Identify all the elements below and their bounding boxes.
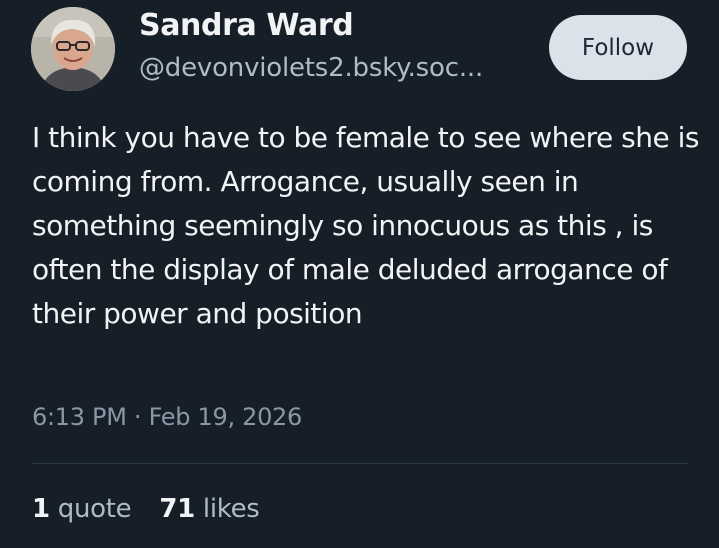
divider (32, 463, 688, 464)
author-display-name[interactable]: Sandra Ward (139, 8, 354, 43)
avatar-image (31, 7, 115, 91)
author-handle[interactable]: @devonviolets2.bsky.soc... (139, 53, 483, 83)
post-stats: 1 quote 71 likes (32, 494, 260, 524)
likes-stat[interactable]: 71 likes (159, 494, 259, 524)
post-text: I think you have to be female to see whe… (32, 121, 699, 330)
likes-count: 71 (159, 494, 195, 524)
quotes-count: 1 (32, 494, 50, 524)
quotes-label: quote (57, 494, 132, 524)
post-container: Sandra Ward @devonviolets2.bsky.soc... F… (0, 0, 719, 548)
follow-button[interactable]: Follow (549, 15, 687, 80)
avatar[interactable] (31, 7, 115, 91)
post-timestamp[interactable]: 6:13 PM · Feb 19, 2026 (32, 403, 302, 431)
likes-label: likes (202, 494, 260, 524)
quotes-stat[interactable]: 1 quote (32, 494, 132, 524)
